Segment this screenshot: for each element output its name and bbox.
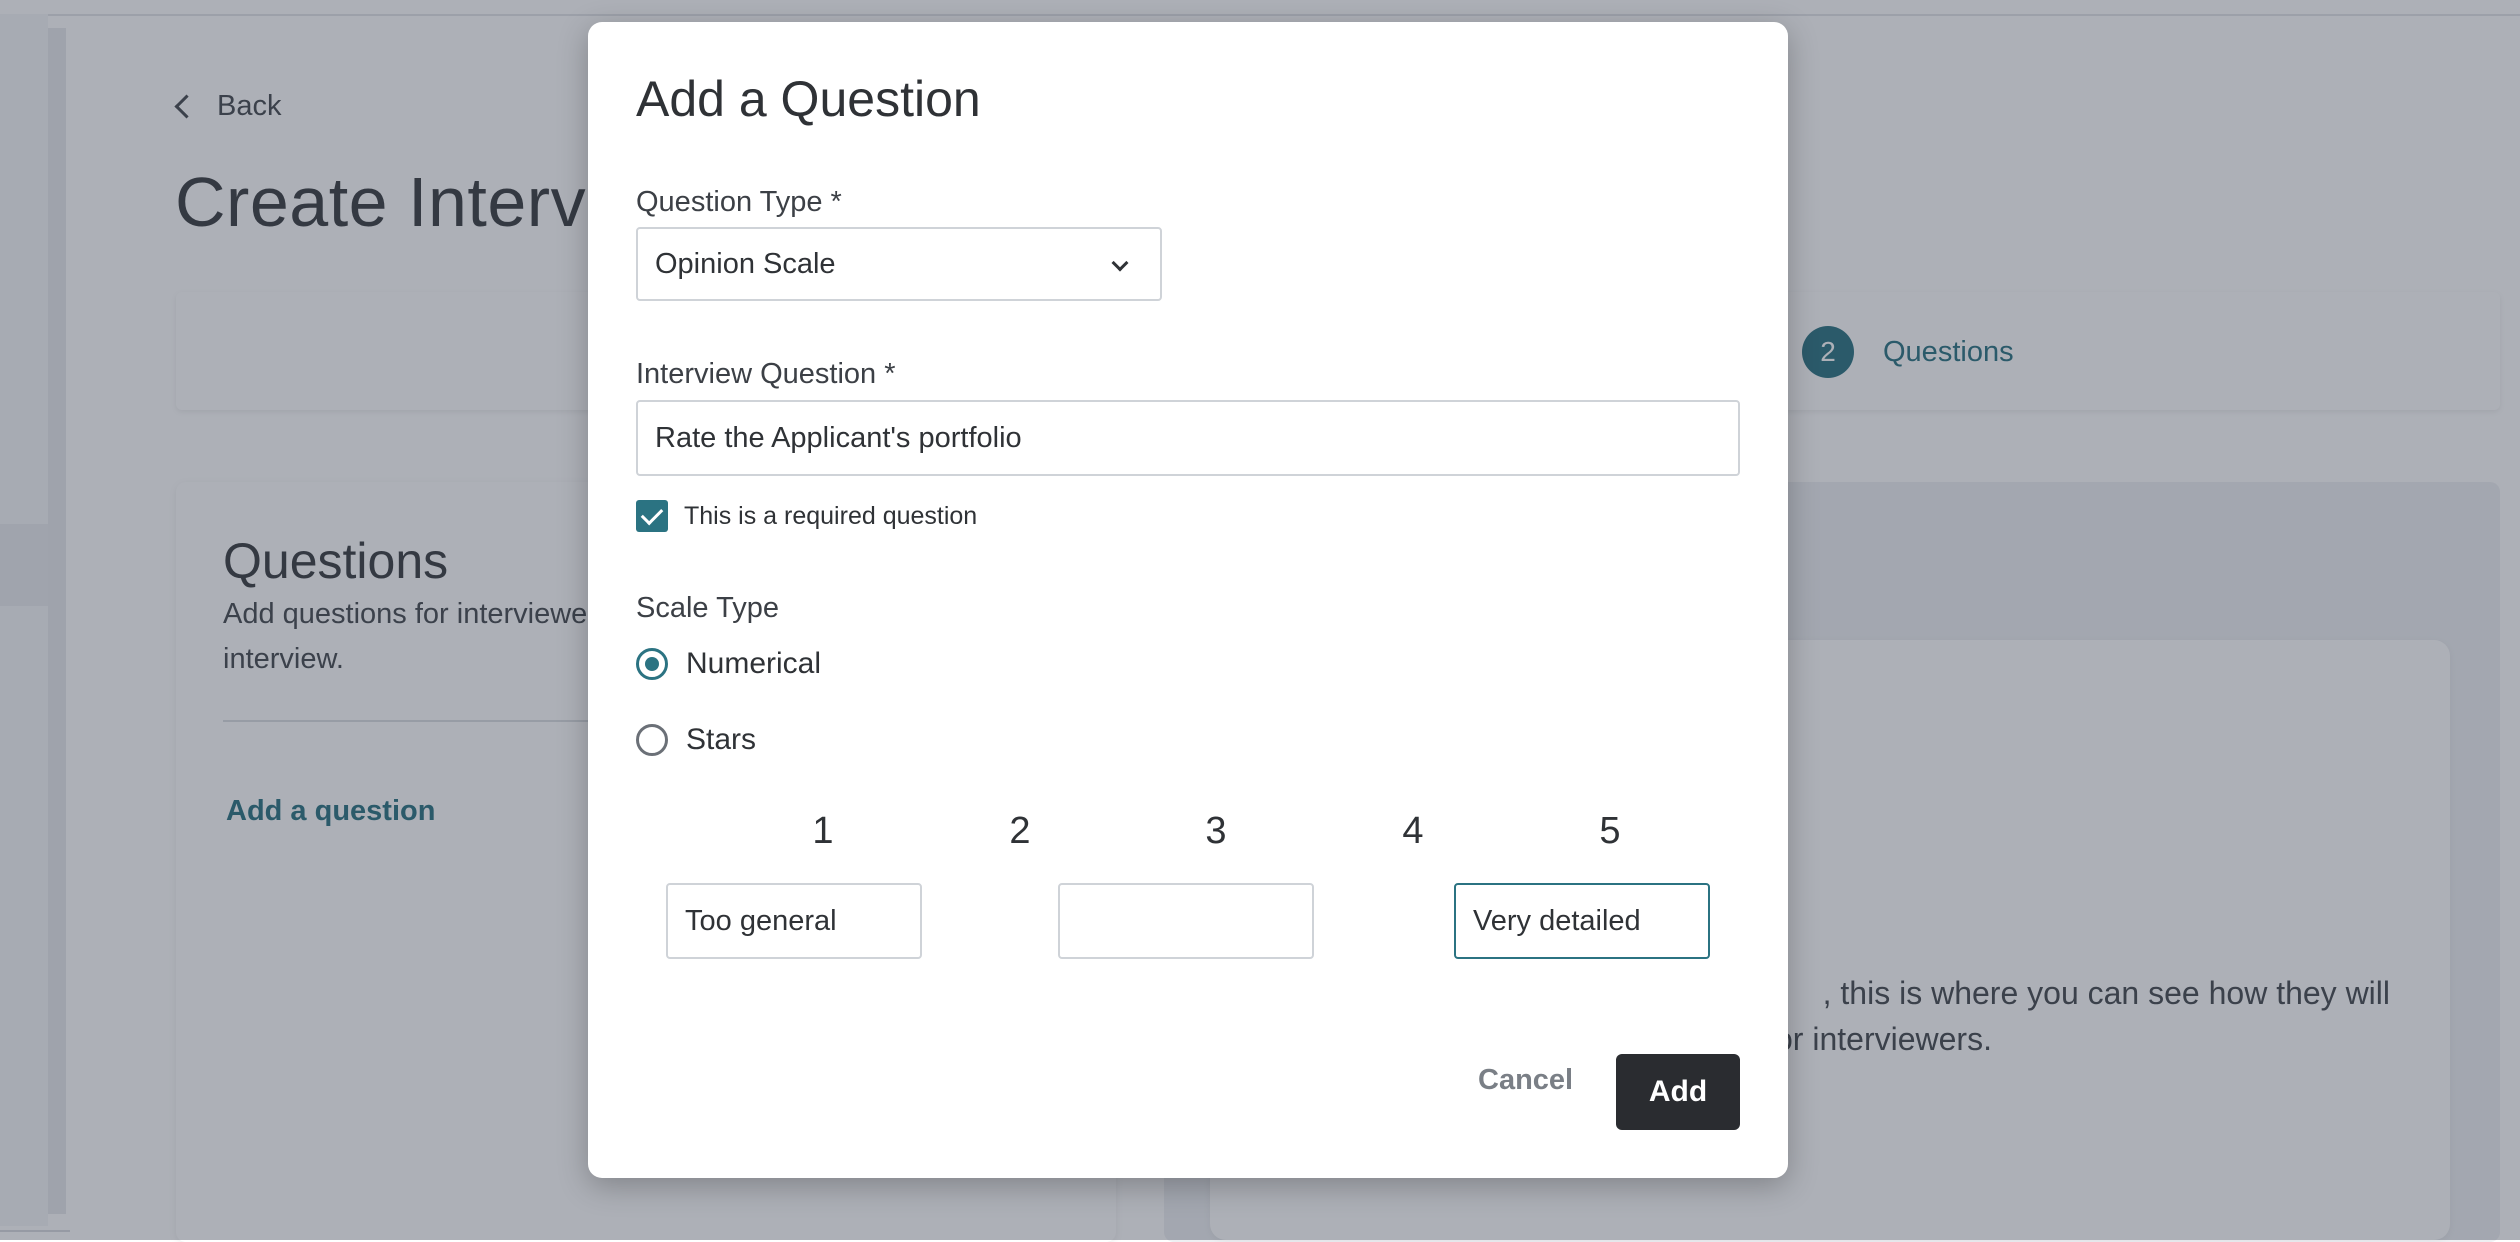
- scale-number-4: 4: [1402, 810, 1424, 852]
- cancel-button[interactable]: Cancel: [1468, 1054, 1583, 1107]
- radio-numerical-label: Numerical: [686, 647, 822, 680]
- scale-number-3: 3: [1205, 810, 1227, 852]
- chevron-down-icon: [1111, 254, 1129, 272]
- interview-question-input[interactable]: [636, 400, 1740, 476]
- modal-title: Add a Question: [636, 71, 981, 127]
- question-type-label: Question Type *: [636, 186, 842, 218]
- add-question-modal: Add a Question Question Type * Opinion S…: [588, 22, 1788, 1178]
- question-type-value: Opinion Scale: [655, 247, 836, 280]
- scale-high-label-input[interactable]: [1454, 883, 1710, 959]
- interview-question-label: Interview Question *: [636, 358, 896, 390]
- scale-number-2: 2: [1009, 810, 1031, 852]
- scale-number-1: 1: [812, 810, 834, 852]
- radio-numerical-row[interactable]: Numerical: [636, 647, 821, 681]
- scale-mid-label-input[interactable]: [1058, 883, 1314, 959]
- scale-type-label: Scale Type: [636, 592, 779, 624]
- question-type-select[interactable]: Opinion Scale: [636, 227, 1162, 301]
- scale-low-label-input[interactable]: [666, 883, 922, 959]
- radio-stars-row[interactable]: Stars: [636, 723, 756, 757]
- radio-numerical[interactable]: [636, 648, 668, 680]
- radio-stars-label: Stars: [686, 723, 757, 756]
- required-checkbox-label: This is a required question: [684, 501, 978, 530]
- add-button[interactable]: Add: [1616, 1054, 1740, 1130]
- radio-stars[interactable]: [636, 724, 668, 756]
- required-question-row[interactable]: This is a required question: [636, 500, 977, 532]
- scale-number-5: 5: [1599, 810, 1621, 852]
- required-checkbox[interactable]: [636, 500, 668, 532]
